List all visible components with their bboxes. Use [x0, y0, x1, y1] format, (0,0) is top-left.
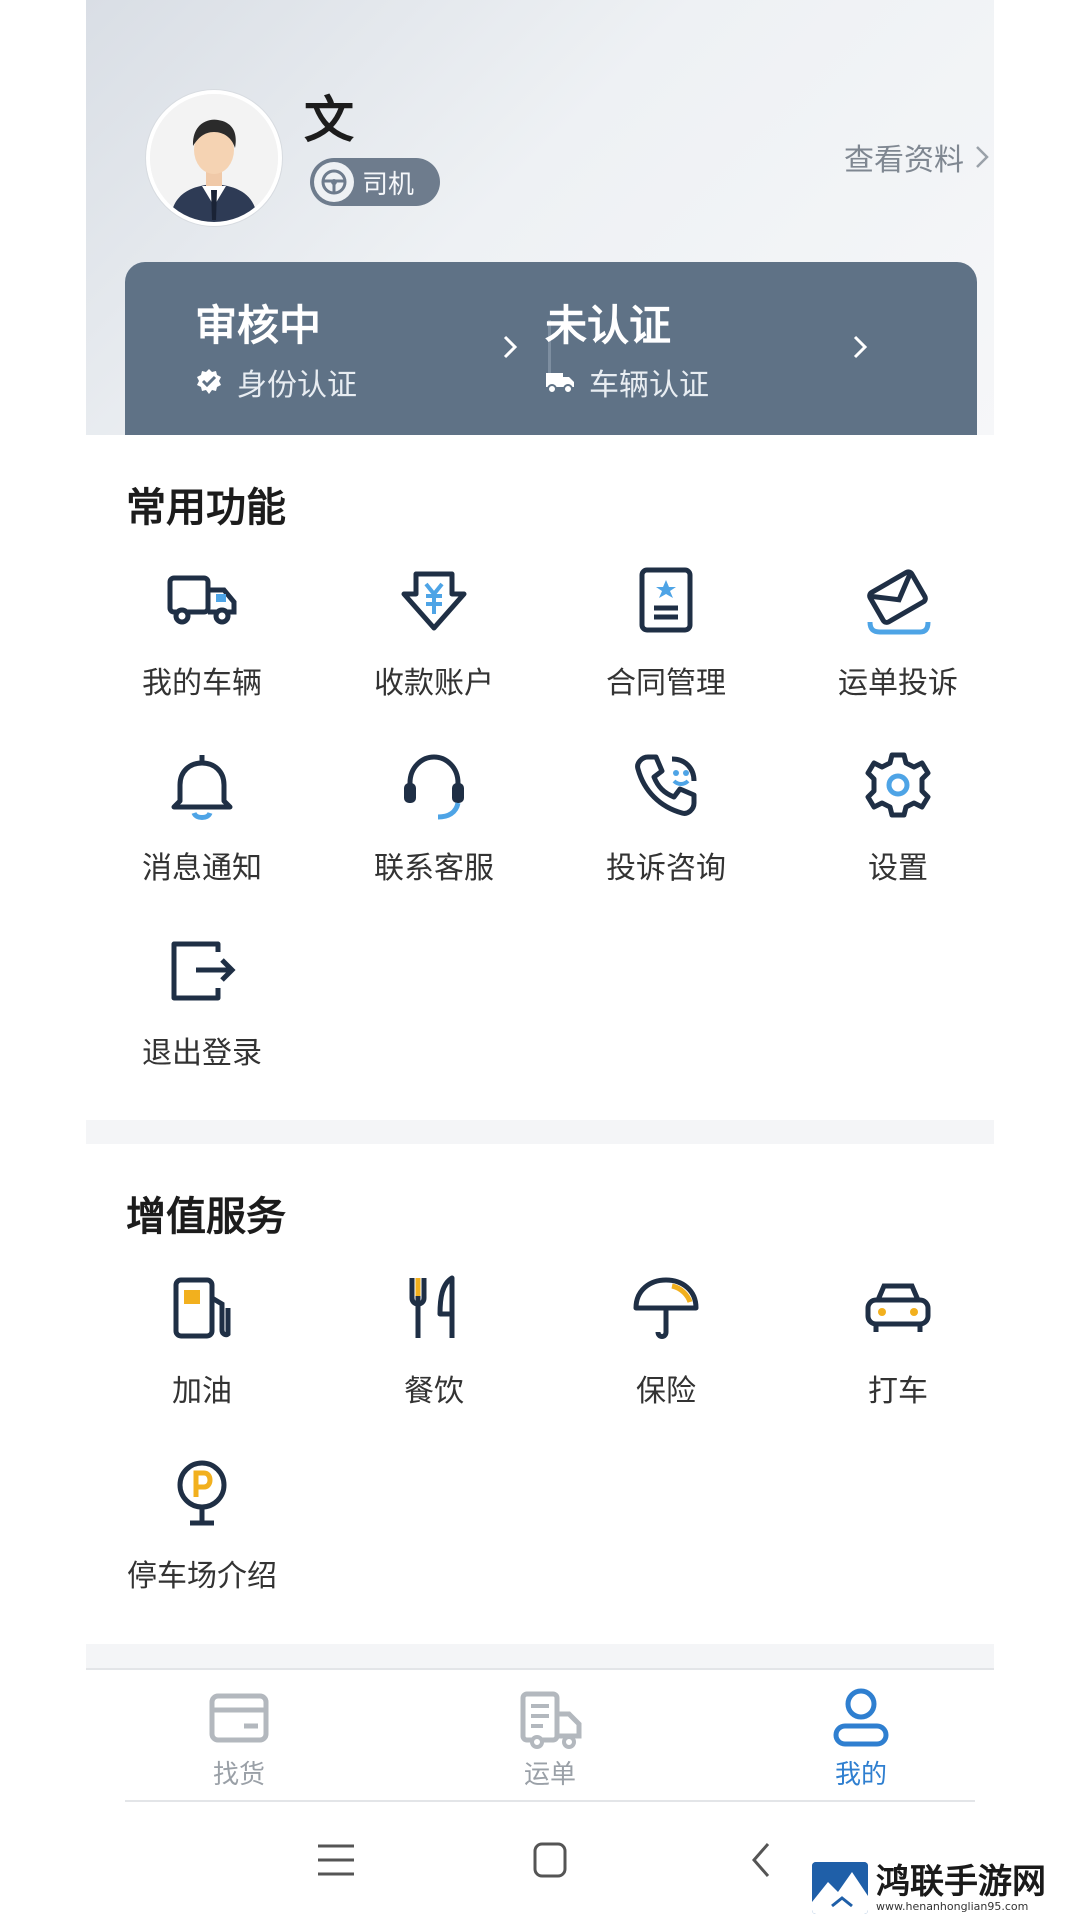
watermark-title: 鸿联手游网	[876, 1861, 1046, 1902]
contact-service-label: 联系客服	[374, 851, 494, 886]
payment-account-item[interactable]: 收款账户	[318, 560, 550, 710]
complaint-consult-item[interactable]: 投诉咨询	[550, 745, 782, 895]
chevron-right-icon	[976, 146, 989, 168]
envelope-icon	[867, 569, 931, 635]
user-icon	[833, 1688, 889, 1747]
logout-icon	[171, 941, 236, 1001]
parking-label: 停车场介绍	[127, 1559, 277, 1594]
parking-item[interactable]: 停车场介绍	[86, 1453, 318, 1603]
contract-management-label: 合同管理	[606, 666, 726, 701]
waybill-complaint-item[interactable]: 运单投诉	[782, 560, 1014, 710]
view-profile-link[interactable]: 查看资料	[844, 135, 990, 179]
profile-screen: 文 司机 查看资料 审核中 身份认证 未认证 车辆认证 常用功能 我的车辆 收款…	[86, 0, 1014, 1920]
username: 文	[304, 91, 354, 149]
home-icon[interactable]	[520, 1830, 580, 1890]
role-badge: 司机	[310, 158, 440, 206]
menu-icon[interactable]	[306, 1830, 366, 1890]
steering-wheel-icon	[314, 162, 354, 202]
bell-icon	[171, 755, 233, 820]
yuan-shield-icon	[401, 571, 467, 631]
view-profile-label: 查看资料	[844, 143, 964, 178]
my-vehicles-label: 我的车辆	[142, 666, 262, 701]
value-services-title: 增值服务	[126, 1194, 286, 1240]
tab-waybill[interactable]: 运单	[450, 1682, 650, 1791]
tab-waybill-label: 运单	[523, 1760, 576, 1790]
payment-account-label: 收款账户	[374, 666, 494, 701]
left-margin	[0, 0, 86, 1920]
taxi-item[interactable]: 打车	[782, 1268, 1014, 1418]
dining-label: 餐饮	[404, 1374, 464, 1409]
chevron-right-icon	[503, 335, 518, 359]
settings-item[interactable]: 设置	[782, 745, 1014, 895]
complaint-consult-label: 投诉咨询	[606, 851, 726, 886]
insurance-item[interactable]: 保险	[550, 1268, 782, 1418]
bottom-tab-bar: 找货 运单 我的	[86, 1668, 1014, 1800]
chevron-right-icon	[853, 335, 868, 359]
tab-find-cargo-label: 找货	[212, 1760, 265, 1790]
fuel-icon	[173, 1277, 231, 1339]
tab-mine[interactable]: 我的	[761, 1682, 961, 1791]
headset-icon	[404, 754, 464, 820]
insurance-label: 保险	[636, 1374, 696, 1409]
message-notification-label: 消息通知	[142, 851, 262, 886]
section-divider	[86, 1120, 1014, 1144]
watermark-url: www.henanhonglian95.com	[876, 1899, 1029, 1913]
logout-label: 退出登录	[142, 1036, 262, 1071]
parking-icon	[177, 1460, 227, 1526]
waybill-complaint-label: 运单投诉	[838, 666, 958, 701]
verified-badge-icon	[197, 369, 221, 394]
fork-knife-icon	[409, 1275, 455, 1338]
fuel-label: 加油	[172, 1374, 232, 1409]
umbrella-icon	[633, 1277, 699, 1339]
logout-item[interactable]: 退出登录	[86, 930, 318, 1080]
truck-small-icon	[546, 373, 574, 394]
vehicle-cert[interactable]: 未认证 车辆认证	[545, 292, 875, 403]
tab-mine-label: 我的	[834, 1760, 887, 1790]
message-notification-item[interactable]: 消息通知	[86, 745, 318, 895]
avatar[interactable]	[146, 90, 282, 226]
profile-header: 文 司机 查看资料 审核中 身份认证 未认证 车辆认证	[86, 0, 1014, 435]
identity-cert-status: 审核中	[195, 301, 322, 350]
identity-cert-label: 身份认证	[237, 368, 357, 403]
role-label: 司机	[362, 169, 415, 200]
back-icon[interactable]	[732, 1830, 792, 1890]
car-icon	[865, 1283, 931, 1332]
tab-bar-divider	[125, 1800, 975, 1802]
common-functions-title: 常用功能	[126, 485, 286, 531]
my-vehicles-item[interactable]: 我的车辆	[86, 560, 318, 710]
dining-item[interactable]: 餐饮	[318, 1268, 550, 1418]
phone-smile-icon	[635, 754, 697, 816]
watermark-logo	[812, 1862, 868, 1914]
tab-find-cargo[interactable]: 找货	[139, 1682, 339, 1791]
settings-label: 设置	[868, 851, 928, 886]
contract-management-item[interactable]: 合同管理	[550, 560, 782, 710]
truck-icon	[167, 575, 237, 625]
clipboard-truck-icon	[520, 1691, 582, 1749]
right-margin	[994, 0, 1080, 1920]
wallet-icon	[209, 1693, 269, 1743]
contact-service-item[interactable]: 联系客服	[318, 745, 550, 895]
fuel-item[interactable]: 加油	[86, 1268, 318, 1418]
vehicle-cert-status: 未认证	[545, 301, 672, 350]
certification-card: 审核中 身份认证 未认证 车辆认证	[125, 262, 977, 435]
taxi-label: 打车	[868, 1374, 928, 1409]
vehicle-cert-label: 车辆认证	[589, 368, 709, 403]
contract-icon	[639, 567, 693, 633]
watermark: 鸿联手游网 www.henanhonglian95.com	[812, 1860, 1074, 1916]
identity-cert[interactable]: 审核中 身份认证	[195, 292, 525, 403]
section-divider	[86, 1644, 1014, 1668]
gear-icon	[865, 752, 931, 818]
